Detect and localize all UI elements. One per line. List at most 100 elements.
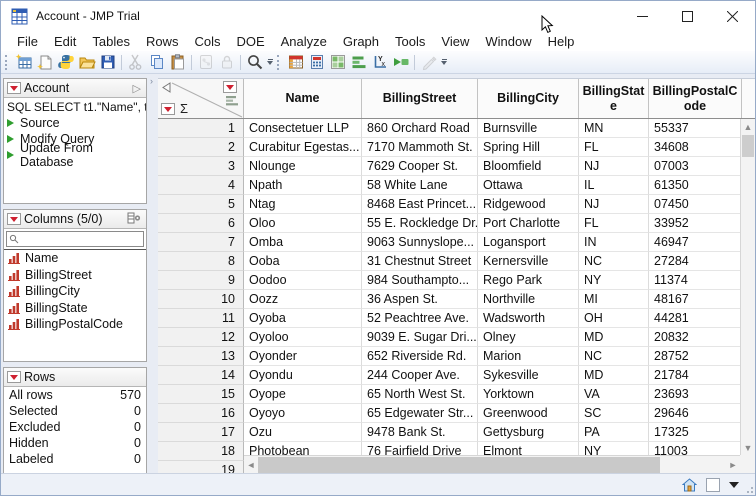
- account-action-source[interactable]: Source: [4, 115, 146, 131]
- row-number[interactable]: 17: [158, 423, 244, 442]
- table-cell[interactable]: Consectetuer LLP: [244, 119, 362, 138]
- table-cell[interactable]: Burnsville: [478, 119, 579, 138]
- row-number[interactable]: 16: [158, 404, 244, 423]
- table-cell[interactable]: 07450: [649, 195, 742, 214]
- copy-icon[interactable]: [146, 52, 167, 73]
- columns-triangle-icon[interactable]: [162, 82, 171, 93]
- scroll-left-arrow[interactable]: ◄: [244, 456, 258, 474]
- toolbar-grip[interactable]: [5, 55, 9, 70]
- table-cell[interactable]: 9063 Sunnyslope...: [362, 233, 478, 252]
- row-number[interactable]: 11: [158, 309, 244, 328]
- table-cell[interactable]: 21784: [649, 366, 742, 385]
- table-cell[interactable]: Olney: [478, 328, 579, 347]
- menu-item-analyze[interactable]: Analyze: [273, 31, 335, 51]
- new-data-table-icon[interactable]: [13, 52, 34, 73]
- table-cell[interactable]: Sykesville: [478, 366, 579, 385]
- table-cell[interactable]: Ottawa: [478, 176, 579, 195]
- row-number[interactable]: 5: [158, 195, 244, 214]
- columns-red-triangle-button[interactable]: [7, 213, 21, 225]
- menu-item-view[interactable]: View: [433, 31, 477, 51]
- menu-item-graph[interactable]: Graph: [335, 31, 387, 51]
- column-header-name[interactable]: Name: [244, 79, 362, 118]
- rows-stat-all-rows[interactable]: All rows570: [4, 387, 146, 403]
- scroll-right-arrow[interactable]: ►: [726, 456, 740, 474]
- status-dropdown-caret[interactable]: [729, 482, 739, 488]
- vertical-scrollbar[interactable]: ▲ ▼: [740, 119, 755, 455]
- table-cell[interactable]: NC: [579, 252, 649, 271]
- menu-item-tables[interactable]: Tables: [84, 31, 138, 51]
- account-panel-disclosure-icon[interactable]: ▷: [133, 82, 143, 95]
- table-cell[interactable]: 11374: [649, 271, 742, 290]
- table-cell[interactable]: Rego Park: [478, 271, 579, 290]
- table-cell[interactable]: 27284: [649, 252, 742, 271]
- table-cell[interactable]: Oyoba: [244, 309, 362, 328]
- table-cell[interactable]: Curabitur Egestas...: [244, 138, 362, 157]
- table-cell[interactable]: Ridgewood: [478, 195, 579, 214]
- grid-corner-cell[interactable]: Σ: [158, 79, 244, 118]
- table-cell[interactable]: 65 Edgewater Str...: [362, 404, 478, 423]
- rows-stat-hidden[interactable]: Hidden0: [4, 435, 146, 451]
- rows-red-triangle-button[interactable]: [161, 103, 175, 115]
- table-cell[interactable]: Northville: [478, 290, 579, 309]
- column-header-billingstate[interactable]: BillingState: [579, 79, 649, 118]
- column-header-billingstreet[interactable]: BillingStreet: [362, 79, 478, 118]
- zoom-dropdown-icon[interactable]: [265, 54, 275, 70]
- horizontal-scroll-thumb[interactable]: [258, 457, 660, 473]
- table-cell[interactable]: 17325: [649, 423, 742, 442]
- table-cell[interactable]: Oyoloo: [244, 328, 362, 347]
- table-cell[interactable]: PA: [579, 423, 649, 442]
- table-cell[interactable]: Greenwood: [478, 404, 579, 423]
- menu-item-cols[interactable]: Cols: [186, 31, 228, 51]
- rows-stat-excluded[interactable]: Excluded0: [4, 419, 146, 435]
- panel-splitter[interactable]: ›: [149, 74, 158, 473]
- sigma-summary-icon[interactable]: Σ: [180, 101, 188, 116]
- table-cell[interactable]: Marion: [478, 347, 579, 366]
- table-cell[interactable]: OH: [579, 309, 649, 328]
- table-cell[interactable]: NC: [579, 347, 649, 366]
- row-number[interactable]: 8: [158, 252, 244, 271]
- columns-list-item-name[interactable]: Name: [4, 250, 146, 267]
- resize-grip-icon[interactable]: [744, 484, 754, 494]
- window-box-button[interactable]: [706, 478, 720, 492]
- close-button[interactable]: [710, 1, 755, 31]
- row-number[interactable]: 15: [158, 385, 244, 404]
- table-cell[interactable]: Oozz: [244, 290, 362, 309]
- menu-item-window[interactable]: Window: [477, 31, 539, 51]
- row-number[interactable]: 12: [158, 328, 244, 347]
- horizontal-scrollbar[interactable]: ◄ ►: [244, 455, 740, 473]
- table-cell[interactable]: Wadsworth: [478, 309, 579, 328]
- table-cell[interactable]: 8468 East Princet...: [362, 195, 478, 214]
- zoom-icon[interactable]: [244, 52, 265, 73]
- table-cell[interactable]: 55 E. Rockledge Dr.: [362, 214, 478, 233]
- window-arrange-icon[interactable]: [327, 52, 348, 73]
- table-cell[interactable]: 9478 Bank St.: [362, 423, 478, 442]
- data-table-icon[interactable]: [285, 52, 306, 73]
- table-cell[interactable]: Oodoo: [244, 271, 362, 290]
- row-number[interactable]: 1: [158, 119, 244, 138]
- fit-y-by-x-icon[interactable]: Yx: [369, 52, 390, 73]
- table-cell[interactable]: Bloomfield: [478, 157, 579, 176]
- table-cell[interactable]: 28752: [649, 347, 742, 366]
- paste-icon[interactable]: [167, 52, 188, 73]
- table-cell[interactable]: Ooba: [244, 252, 362, 271]
- table-cell[interactable]: Oyoyo: [244, 404, 362, 423]
- table-cell[interactable]: 61350: [649, 176, 742, 195]
- table-cell[interactable]: MI: [579, 290, 649, 309]
- rows-stat-labeled[interactable]: Labeled0: [4, 451, 146, 467]
- table-cell[interactable]: FL: [579, 138, 649, 157]
- table-cell[interactable]: IL: [579, 176, 649, 195]
- account-red-triangle-button[interactable]: [7, 82, 21, 94]
- row-number[interactable]: 4: [158, 176, 244, 195]
- scroll-down-arrow[interactable]: ▼: [741, 440, 755, 455]
- vertical-scroll-thumb[interactable]: [742, 135, 754, 157]
- table-cell[interactable]: SC: [579, 404, 649, 423]
- account-action-update-from-database[interactable]: Update From Database: [4, 147, 146, 163]
- table-cell[interactable]: VA: [579, 385, 649, 404]
- table-cell[interactable]: 9039 E. Sugar Dri...: [362, 328, 478, 347]
- table-cell[interactable]: MD: [579, 328, 649, 347]
- maximize-button[interactable]: [665, 1, 710, 31]
- table-cell[interactable]: Yorktown: [478, 385, 579, 404]
- table-cell[interactable]: 55337: [649, 119, 742, 138]
- table-cell[interactable]: 29646: [649, 404, 742, 423]
- row-number[interactable]: 7: [158, 233, 244, 252]
